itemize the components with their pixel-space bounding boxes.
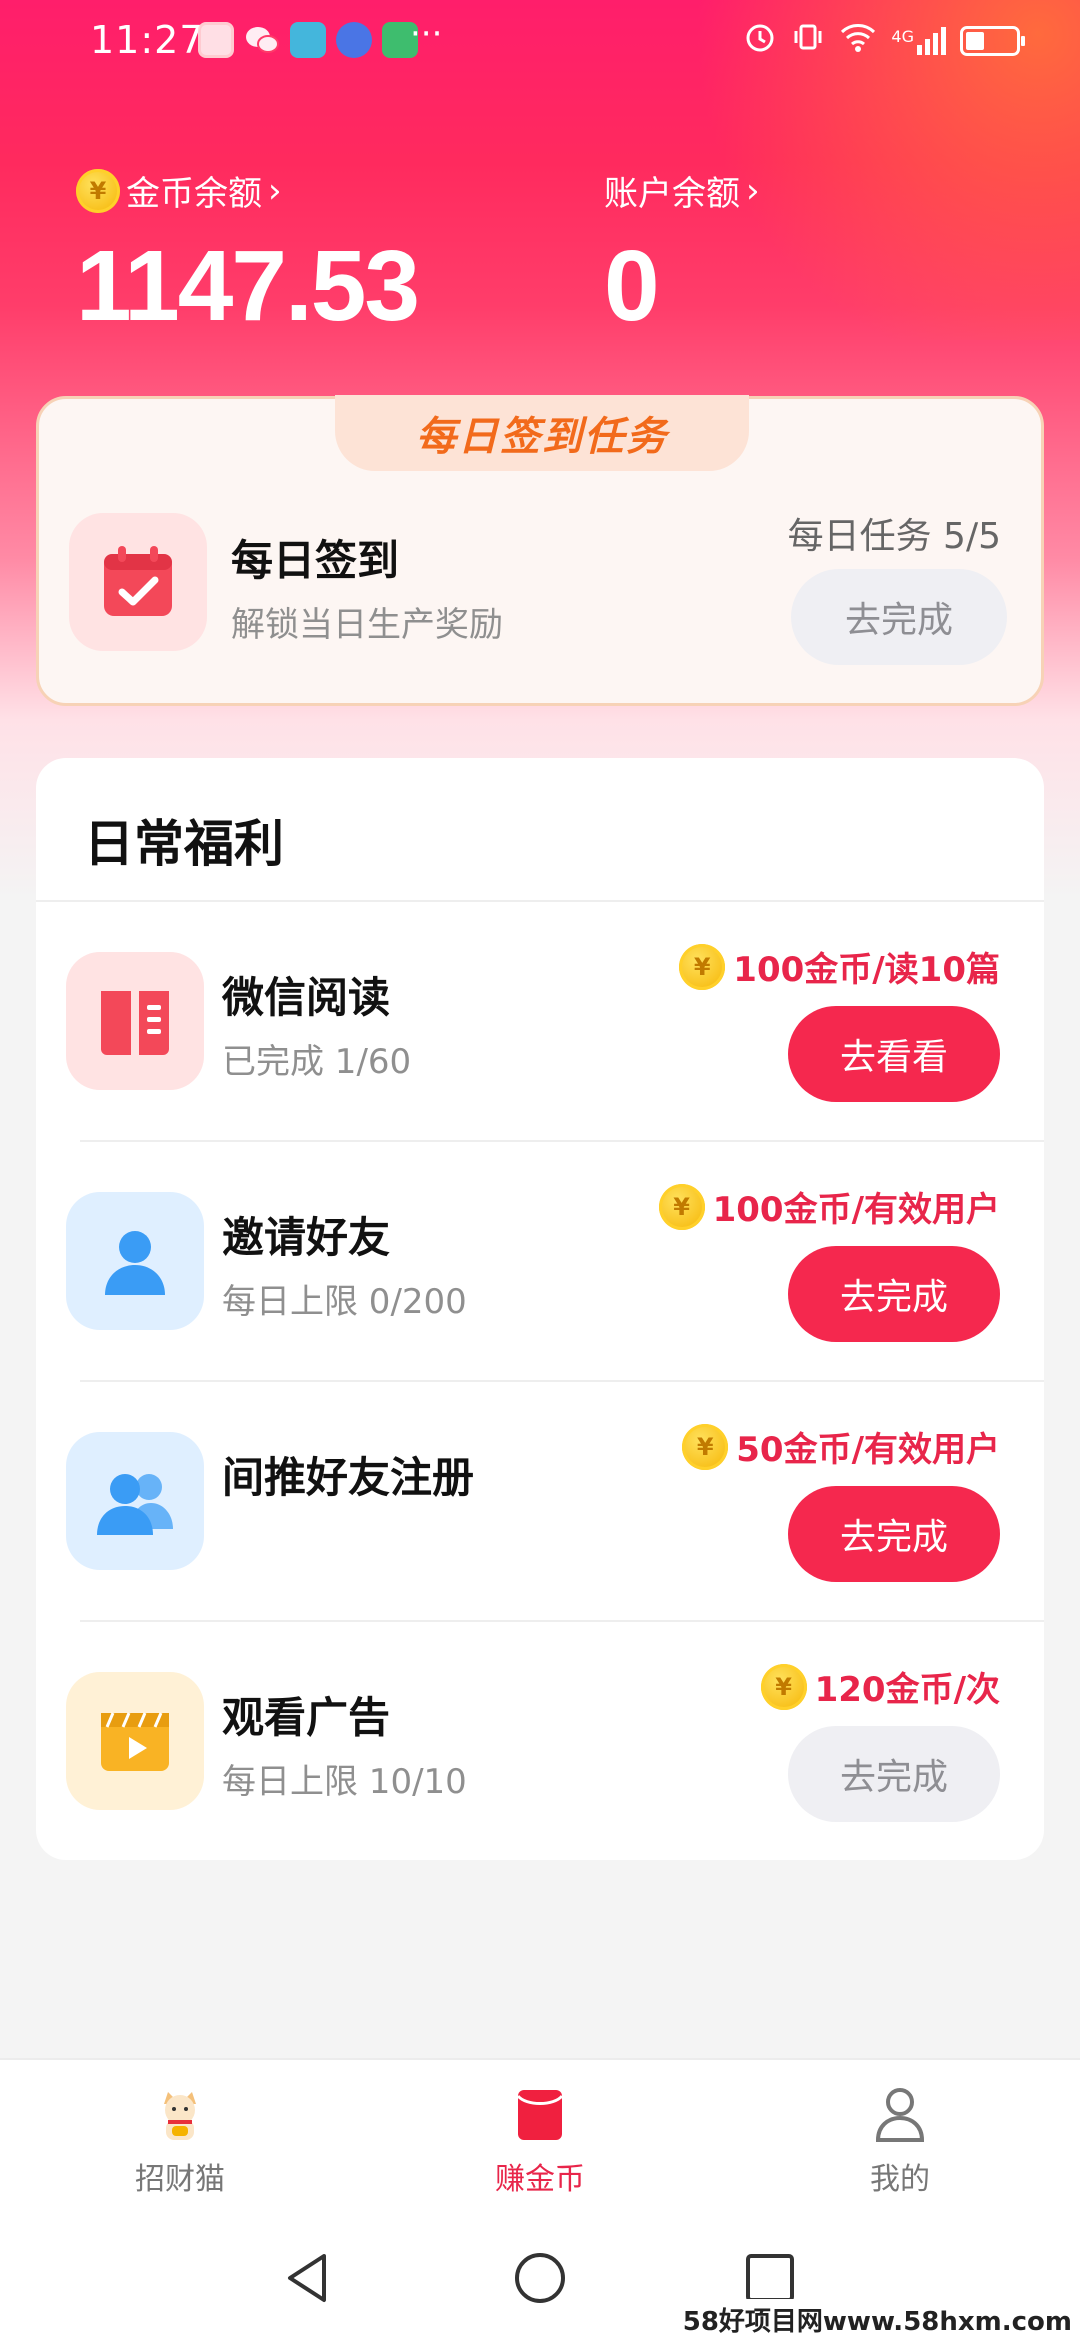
account-balance-label: 账户余额 [604,174,740,214]
coin-balance-label-row: ¥ 金币余额 › [76,166,418,215]
reward-text: 100金币/有效用户 [712,1190,1000,1230]
reward-text: 100金币/读10篇 [733,950,1000,990]
reward-text: 120金币/次 [814,1670,1000,1710]
battery-icon [960,26,1025,56]
app-notification-icon [290,22,326,58]
calendar-icon [104,546,172,616]
daily-benefits-title: 日常福利 [84,815,284,873]
coin-icon: ¥ [682,1423,729,1470]
coin-balance-value: 1147.53 [76,230,420,342]
alarm-icon [743,20,777,62]
reward-text: 50金币/有效用户 [736,1430,1000,1470]
daily-benefits-card: 日常福利 微信阅读 已完成 1/60 ¥ 100金币/读10篇 去看看 邀请好友… [36,758,1044,1860]
notification-icons [198,22,418,58]
coin-icon: ¥ [760,1663,807,1710]
account-balance-value: 0 [604,230,660,342]
item-subtitle: 已完成 1/60 [222,1042,412,1082]
nav-label: 赚金币 [495,2162,585,2197]
invite-complete-button[interactable]: 去完成 [788,1246,1000,1342]
divider [80,1620,1044,1622]
video-icon-box [66,1672,204,1810]
bottom-navigation: 招财猫 赚金币 我的 [0,2058,1080,2226]
coin-icon: ¥ [679,943,726,990]
calendar-icon-box [69,513,207,651]
group-icon-box [66,1432,204,1570]
system-navigation-bar: 58好项目网www.58hxm.com [0,2226,1080,2340]
coin-icon: ¥ [658,1183,705,1230]
divider [80,1380,1044,1382]
go-read-button[interactable]: 去看看 [788,1006,1000,1102]
nav-item-earn-coins[interactable]: 赚金币 [440,2084,640,2198]
signin-complete-button[interactable]: 去完成 [791,569,1007,665]
divider [80,1140,1044,1142]
lucky-cat-icon [164,2092,196,2140]
daily-signin-card: 每日签到任务 每日签到 解锁当日生产奖励 每日任务 5/5 去完成 [36,395,1044,706]
divider [36,900,1044,902]
nav-item-profile[interactable]: 我的 [800,2084,1000,2198]
item-title: 邀请好友 [222,1213,391,1262]
person-icon-box [66,1192,204,1330]
cellular-signal-icon: 4G [891,27,946,55]
group-icon [97,1474,173,1535]
item-title: 间推好友注册 [222,1453,475,1502]
reward-info: ¥ 120金币/次 [760,1662,1000,1711]
reward-info: ¥ 50金币/有效用户 [682,1422,1000,1471]
vibrate-icon [791,20,825,62]
account-balance[interactable]: 账户余额 › 0 [604,166,760,344]
wifi-icon [839,20,877,62]
reward-info: ¥ 100金币/读10篇 [679,942,1000,991]
person-icon [105,1231,165,1295]
red-envelope-icon [516,2090,564,2140]
book-icon [101,991,169,1055]
reward-info: ¥ 100金币/有效用户 [658,1182,1000,1231]
status-time: 11:27 [90,18,205,62]
nav-item-lucky-cat[interactable]: 招财猫 [80,2084,280,2198]
huawei-app-icon [198,22,234,58]
referral-complete-button[interactable]: 去完成 [788,1486,1000,1582]
item-subtitle: 每日上限 0/200 [222,1282,467,1322]
video-icon [101,1712,169,1771]
nav-label: 招财猫 [135,2162,225,2197]
signin-item-title: 每日签到 [231,536,400,585]
account-balance-label-row: 账户余额 › [604,166,760,215]
back-icon[interactable] [282,2250,334,2306]
home-icon[interactable] [512,2250,568,2306]
more-notifications-icon: ··· [410,14,443,54]
coin-balance-label: 金币余额 [126,174,262,214]
item-title: 微信阅读 [222,973,391,1022]
nav-label: 我的 [870,2162,930,2197]
status-indicators: 4G [743,20,1025,62]
user-icon [875,2088,925,2142]
daily-signin-title: 每日签到任务 [335,395,749,471]
watch-ads-button-disabled[interactable]: 去完成 [788,1726,1000,1822]
item-subtitle: 每日上限 10/10 [222,1762,467,1802]
chevron-right-icon: › [746,170,760,211]
watermark-text: 58好项目网www.58hxm.com [674,2299,1080,2340]
chevron-right-icon: › [268,170,282,211]
recents-icon[interactable] [744,2252,796,2304]
coin-icon: ¥ [76,168,120,213]
book-icon-box [66,952,204,1090]
browser-icon [336,22,372,58]
wechat-icon [244,22,280,58]
status-bar: 11:27 ··· 4G [0,0,1080,84]
item-title: 观看广告 [222,1693,391,1742]
signin-progress: 每日任务 5/5 [787,516,1001,557]
coin-balance[interactable]: ¥ 金币余额 › 1147.53 [76,166,420,344]
signin-item-subtitle: 解锁当日生产奖励 [231,605,503,645]
